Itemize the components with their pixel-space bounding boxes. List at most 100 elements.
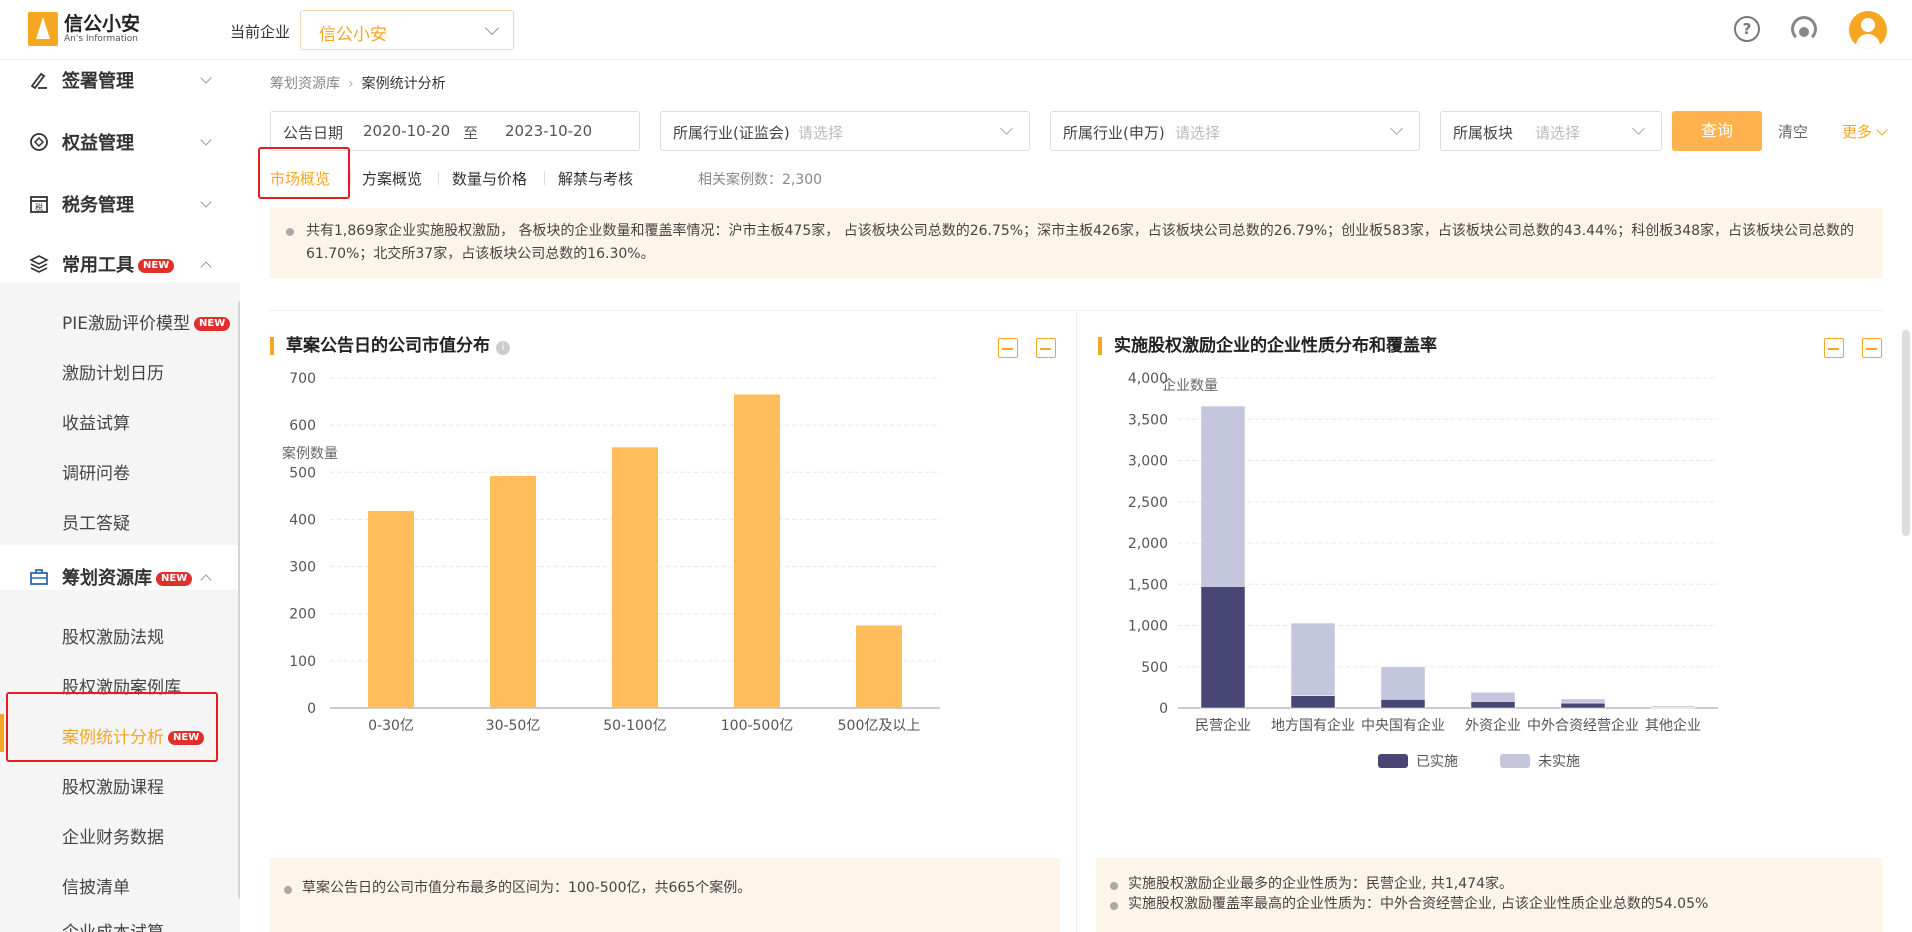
y-tick-label: 2,000 — [1128, 536, 1168, 552]
bar-segment — [1380, 699, 1426, 709]
chevron-down-icon — [1876, 124, 1888, 136]
sidebar-sub-calendar[interactable]: 激励计划日历 — [62, 359, 164, 384]
date-range-filter[interactable]: 公告日期 2020-10-20 至 2023-10-20 — [270, 111, 640, 151]
query-button[interactable]: 查询 — [1672, 111, 1762, 151]
enterprise-nature-chart: 企业数量 0 500 1,000 1,500 2,000 2,500 3,000 3,500 4,… — [1128, 371, 1718, 770]
board-select[interactable]: 所属板块 请选择 — [1440, 111, 1662, 151]
new-badge: NEW — [156, 572, 193, 586]
x-tick-label: 0-30亿 — [368, 718, 414, 734]
x-tick-label: 地方国有企业 — [1271, 717, 1355, 734]
y-axis-label: 企业数量 — [1162, 377, 1218, 394]
user-avatar[interactable] — [1849, 11, 1887, 49]
sidebar-item-signing[interactable]: 签署管理 — [0, 60, 240, 100]
legend-swatch — [1378, 754, 1408, 768]
sidebar-sub-calc[interactable]: 收益试算 — [62, 409, 130, 434]
breadcrumb: 筹划资源库 › 案例统计分析 — [270, 73, 446, 93]
sidebar-sub-pie[interactable]: PIE激励评价模型 NEW — [62, 309, 231, 334]
tab-unlock-assessment[interactable]: 解禁与考核 — [558, 168, 633, 189]
chevron-down-icon — [200, 72, 212, 84]
sidebar-sub-survey[interactable]: 调研问卷 — [62, 459, 130, 484]
sidebar-item-tax[interactable]: 税 税务管理 — [0, 184, 240, 224]
industry-sw-select[interactable]: 所属行业(申万) 请选择 — [1050, 111, 1420, 151]
left-note: 草案公告日的公司市值分布最多的区间为：100-500亿，共665个案例。 — [270, 858, 1060, 932]
y-tick-label: 200 — [289, 607, 316, 623]
brand-name: 信公小安 — [64, 12, 141, 35]
x-tick-label: 30-50亿 — [486, 718, 541, 734]
chevron-right-icon: › — [348, 76, 354, 92]
chevron-up-icon — [200, 261, 212, 273]
y-tick-label: 0 — [1159, 701, 1168, 717]
image-export-icon[interactable] — [1862, 338, 1882, 358]
clear-button[interactable]: 清空 — [1778, 121, 1808, 142]
sidebar-sub-disclosure[interactable]: 信披清单 — [62, 873, 130, 898]
sidebar-item-tools[interactable]: 常用工具 NEW — [0, 244, 240, 284]
tab-plan-overview[interactable]: 方案概览 — [362, 168, 422, 189]
sidebar-item-equity[interactable]: 权益管理 — [0, 122, 240, 162]
y-tick-label: 400 — [289, 512, 316, 528]
sidebar-item-resources[interactable]: 筹划资源库 NEW — [0, 557, 240, 597]
bar-segment — [1380, 666, 1426, 700]
highlight-box — [258, 147, 350, 199]
bar-segment — [1650, 705, 1696, 708]
svg-text:税: 税 — [35, 202, 43, 212]
market-cap-bar-chart: 案例数量 0 100 200 300 400 500 600 700 0-30亿 30-50亿 50-… — [282, 371, 940, 734]
x-tick-label: 其他企业 — [1645, 717, 1701, 734]
tab-quantity-price[interactable]: 数量与价格 — [452, 168, 527, 189]
date-to[interactable]: 2023-10-20 — [505, 122, 592, 140]
briefcase-icon — [30, 569, 48, 585]
tax-icon: 税 — [30, 196, 48, 213]
bar-segment — [1200, 586, 1246, 709]
chevron-down-icon — [200, 134, 212, 146]
bar — [612, 447, 658, 708]
sidebar-sub-cost[interactable]: 企业成本试算 — [62, 918, 164, 932]
excel-export-icon[interactable] — [1824, 338, 1844, 358]
industry-csrc-select[interactable]: 所属行业(证监会) 请选择 — [660, 111, 1030, 151]
x-tick-label: 外资企业 — [1465, 717, 1521, 734]
legend-label: 已实施 — [1416, 754, 1458, 770]
bar-segment — [1290, 622, 1336, 696]
enterprise-label: 当前企业 — [230, 23, 291, 41]
brand-en: An's Information — [64, 33, 138, 44]
x-tick-label: 中外合资经营企业 — [1527, 717, 1639, 734]
summary-text: 共有1,869家企业实施股权激励， 各板块的企业数量和覆盖率情况：沪市主板475… — [270, 208, 1882, 278]
y-tick-label: 2,500 — [1128, 495, 1168, 511]
equity-icon — [30, 133, 48, 151]
sidebar-scrollbar[interactable] — [238, 300, 240, 900]
chevron-down-icon — [1390, 122, 1403, 135]
main-content: 筹划资源库 › 案例统计分析 公告日期 2020-10-20 至 2023-10-2… — [248, 60, 1912, 932]
x-tick-label: 中央国有企业 — [1361, 717, 1445, 734]
sidebar: 签署管理 权益管理 税 税务管理 常用工具 NEW PIE激励评价模型 NEW 激励… — [0, 60, 240, 932]
customer-service-icon[interactable] — [1791, 16, 1817, 42]
sidebar-sub-finance[interactable]: 企业财务数据 — [62, 823, 164, 848]
excel-export-icon[interactable] — [998, 338, 1018, 358]
bar — [856, 625, 902, 708]
top-bar: 信公小安 An's Information 当前企业 信公小安 ? — [0, 0, 1912, 60]
new-badge: NEW — [138, 259, 175, 273]
chevron-down-icon — [1632, 122, 1645, 135]
y-tick-label: 500 — [1141, 660, 1168, 676]
help-icon[interactable]: ? — [1734, 16, 1760, 42]
enterprise-select[interactable]: 信公小安 — [300, 10, 514, 50]
active-indicator — [0, 714, 4, 752]
more-button[interactable]: 更多 — [1842, 121, 1888, 142]
info-icon[interactable]: i — [496, 341, 510, 355]
date-from[interactable]: 2020-10-20 — [363, 122, 450, 140]
y-tick-label: 0 — [307, 701, 316, 717]
sidebar-sub-faq[interactable]: 员工答疑 — [62, 509, 130, 534]
breadcrumb-parent[interactable]: 筹划资源库 — [270, 76, 340, 92]
left-chart-title: 草案公告日的公司市值分布 i — [270, 337, 510, 355]
sidebar-sub-laws[interactable]: 股权激励法规 — [62, 623, 164, 648]
legend-label: 未实施 — [1538, 754, 1580, 770]
bar — [490, 476, 536, 708]
sidebar-sub-courses[interactable]: 股权激励课程 — [62, 773, 164, 798]
bar — [734, 394, 780, 708]
chevron-down-icon — [1000, 122, 1013, 135]
image-export-icon[interactable] — [1036, 338, 1056, 358]
brand-logo[interactable]: 信公小安 An's Information — [28, 12, 140, 46]
bar-segment — [1200, 405, 1246, 587]
chevron-down-icon — [484, 20, 500, 36]
legend-swatch — [1500, 754, 1530, 768]
y-tick-label: 1,000 — [1128, 619, 1168, 635]
page-scrollbar[interactable] — [1902, 330, 1910, 536]
y-tick-label: 3,500 — [1128, 412, 1168, 428]
